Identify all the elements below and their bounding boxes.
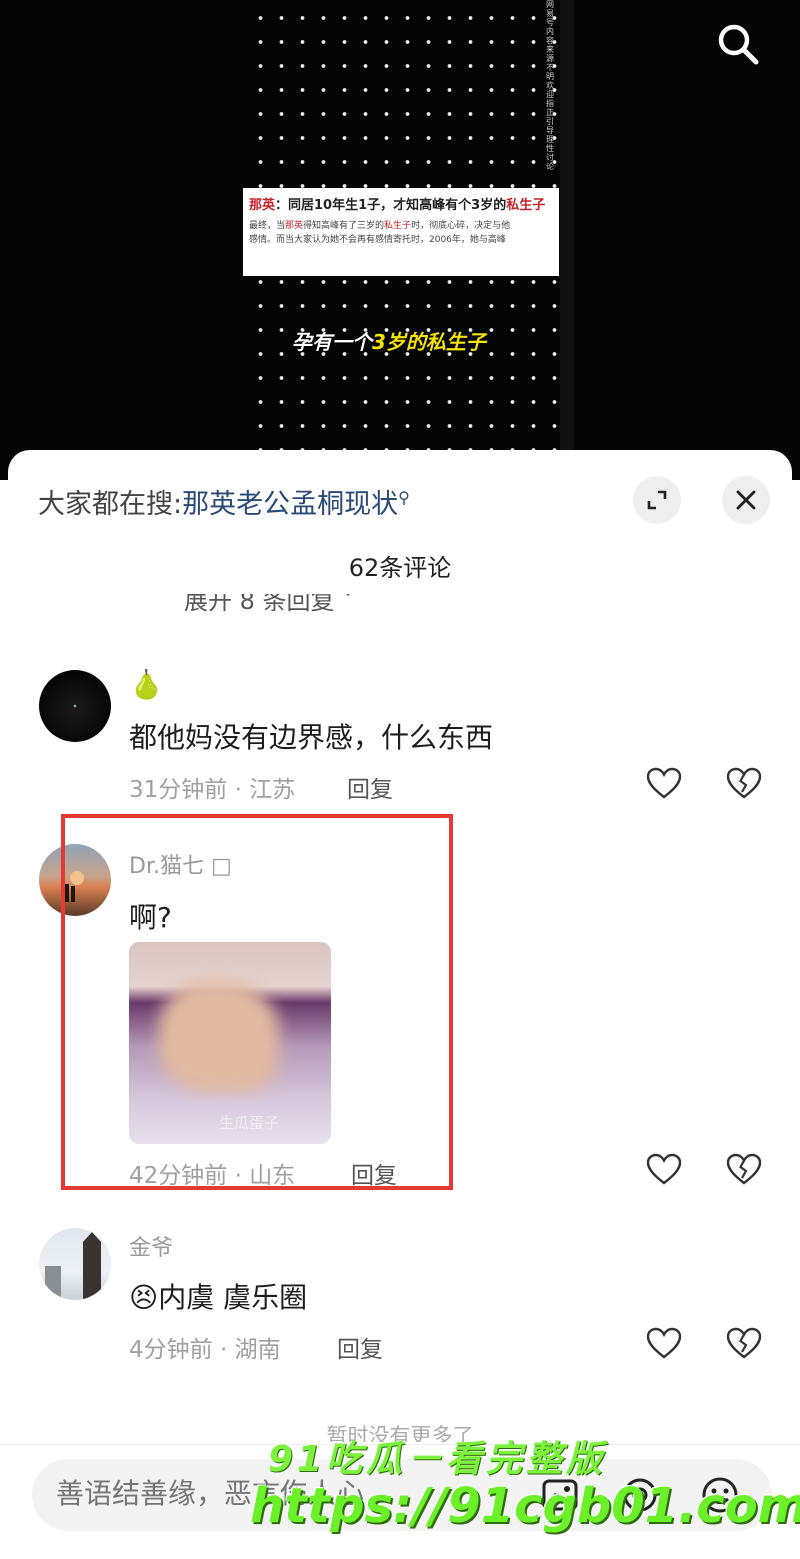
side-strip (560, 0, 574, 460)
comment-text: 都他妈没有边界感，什么东西 (129, 721, 494, 754)
expand-icon (647, 490, 667, 510)
like-heart-icon[interactable] (646, 1152, 682, 1188)
comment-sheet: 大家都在搜:那英老公孟桐现状⚲ 62条评论 展开 8 条回复 ˅ 🍐 都他妈没有… (8, 450, 792, 1559)
comment-username[interactable]: 金爷 (129, 1230, 173, 1262)
news-card-body: 最终，当那英得知高峰有了三岁的私生子时，彻底心碎，决定与他 感情。而当大家认为她不… (249, 221, 511, 245)
dislike-broken-heart-icon[interactable] (726, 1152, 762, 1188)
reply-button[interactable]: 回复 (347, 770, 393, 804)
expand-button[interactable] (633, 476, 681, 524)
like-heart-icon[interactable] (646, 766, 682, 802)
comment-time-location: 4分钟前 · 湖南 (129, 1337, 281, 1363)
hot-search-bar[interactable]: 大家都在搜:那英老公孟桐现状⚲ (38, 482, 410, 521)
comment-time-location: 31分钟前 · 江苏 (129, 777, 296, 803)
watermark-url: https://91cgb01.com (250, 1478, 800, 1534)
angry-emoji-icon: 😣 (129, 1281, 159, 1314)
comment-username[interactable]: 🍐 (129, 668, 164, 701)
search-small-icon: ⚲ (398, 488, 410, 507)
hot-search-label: 大家都在搜: (38, 489, 183, 520)
dislike-broken-heart-icon[interactable] (726, 1326, 762, 1362)
reply-button[interactable]: 回复 (337, 1330, 383, 1364)
avatar-image (73, 704, 77, 708)
comment-count: 62条评论 (348, 554, 452, 582)
search-button[interactable] (712, 18, 764, 70)
app-root: 网易号内容来源不明欢迎指正引导理性讨论 那英：同居10年生1子，才知高峰有个3岁… (0, 0, 800, 1559)
close-icon (736, 490, 756, 510)
avatar[interactable] (39, 1228, 111, 1300)
comment-text: 😣内虞 虞乐圈 (129, 1281, 308, 1314)
news-card-headline: 那英：同居10年生1子，才知高峰有个3岁的私生子 (249, 198, 546, 213)
search-icon (718, 24, 759, 65)
close-button[interactable] (722, 476, 770, 524)
watermark-line-1: 91吃瓜－看完整版 (268, 1439, 607, 1480)
avatar-image (45, 1232, 101, 1300)
highlight-annotation-box (61, 814, 453, 1190)
video-subtitle: 孕有一个3岁的私生子 (292, 330, 486, 354)
hot-search-term[interactable]: 那英老公孟桐现状 (182, 489, 398, 520)
like-heart-icon[interactable] (646, 1326, 682, 1362)
avatar[interactable] (39, 670, 111, 742)
video-player[interactable]: 网易号内容来源不明欢迎指正引导理性讨论 那英：同居10年生1子，才知高峰有个3岁… (0, 0, 800, 480)
dislike-broken-heart-icon[interactable] (726, 766, 762, 802)
expand-replies-link[interactable]: 展开 8 条回复 ˅ (184, 594, 354, 616)
news-card: 那英：同居10年生1子，才知高峰有个3岁的私生子 最终，当那英得知高峰有了三岁的… (243, 188, 559, 276)
side-caption: 网易号内容来源不明欢迎指正引导理性讨论 (546, 0, 554, 171)
